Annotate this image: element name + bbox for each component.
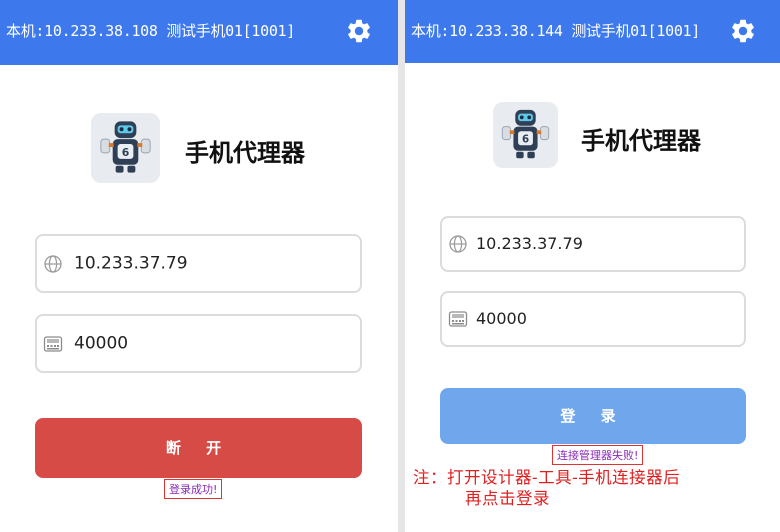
phone-icon bbox=[43, 334, 63, 354]
phone-screen-connected: 本机:10.233.38.108 测试手机01[1001] 6 手机代理器 10… bbox=[0, 0, 398, 532]
ip-value[interactable]: 10.233.37.79 bbox=[476, 234, 583, 253]
header-title: 本机:10.233.38.108 测试手机01[1001] bbox=[6, 22, 296, 40]
note-line-2: 再点击登录 bbox=[465, 489, 550, 508]
svg-text:6: 6 bbox=[122, 146, 130, 159]
robot-logo-icon: 6 bbox=[91, 113, 160, 183]
login-success-toast: 登录成功! bbox=[164, 479, 223, 499]
ip-input[interactable]: 10.233.37.79 bbox=[440, 216, 746, 272]
disconnect-button[interactable]: 断 开 bbox=[35, 418, 362, 478]
note-line-1: 注：打开设计器-工具-手机连接器后 bbox=[413, 468, 681, 487]
panel-divider bbox=[398, 0, 405, 532]
header-title: 本机:10.233.38.144 测试手机01[1001] bbox=[411, 22, 701, 40]
app-header: 本机:10.233.38.108 测试手机01[1001] bbox=[0, 0, 398, 65]
port-value[interactable]: 40000 bbox=[74, 333, 128, 353]
port-input[interactable]: 40000 bbox=[440, 291, 746, 347]
instruction-note: 注：打开设计器-工具-手机连接器后 再点击登录 bbox=[413, 467, 775, 509]
robot-logo-icon: 6 bbox=[493, 102, 558, 168]
app-title: 手机代理器 bbox=[581, 127, 701, 155]
gear-icon[interactable] bbox=[345, 17, 373, 45]
ip-input[interactable]: 10.233.37.79 bbox=[35, 234, 362, 293]
globe-icon bbox=[43, 254, 63, 274]
login-button[interactable]: 登 录 bbox=[440, 388, 746, 444]
port-input[interactable]: 40000 bbox=[35, 314, 362, 373]
port-value[interactable]: 40000 bbox=[476, 309, 527, 328]
gear-icon[interactable] bbox=[729, 17, 757, 45]
phone-icon bbox=[448, 309, 468, 329]
app-header: 本机:10.233.38.144 测试手机01[1001] bbox=[405, 0, 780, 63]
phone-screen-failed: 本机:10.233.38.144 测试手机01[1001] 6 手机代理器 10… bbox=[405, 0, 780, 532]
connection-failed-toast: 连接管理器失败! bbox=[552, 445, 644, 465]
globe-icon bbox=[448, 234, 468, 254]
app-title: 手机代理器 bbox=[185, 139, 305, 167]
svg-text:6: 6 bbox=[522, 134, 529, 145]
ip-value[interactable]: 10.233.37.79 bbox=[74, 253, 188, 273]
